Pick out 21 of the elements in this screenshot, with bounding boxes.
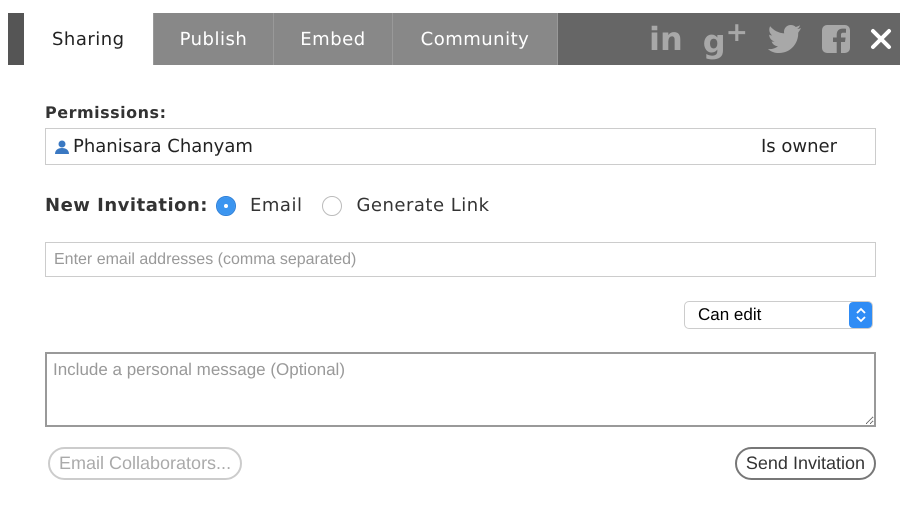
- role-label: Is owner: [760, 136, 837, 157]
- permissions-label: Permissions:: [45, 103, 168, 122]
- action-button[interactable]: Send Invitation: [734, 447, 876, 480]
- tab[interactable]: Sharing: [24, 13, 154, 65]
- radio-option[interactable]: Generate Link: [322, 195, 490, 216]
- message-field[interactable]: Include a personal message (Optional): [45, 352, 876, 427]
- person-icon: [55, 140, 69, 154]
- social-share-button[interactable]: in: [649, 23, 683, 55]
- tab[interactable]: Community: [392, 13, 558, 65]
- bird-icon[interactable]: [768, 25, 802, 53]
- tab[interactable]: Embed: [274, 13, 393, 65]
- permission-dropdown[interactable]: Can edit: [684, 301, 873, 329]
- tab[interactable]: Publish: [154, 13, 274, 65]
- close-icon[interactable]: [870, 28, 892, 50]
- email-field[interactable]: Enter email addresses (comma separated): [45, 242, 876, 277]
- stepper-icon: [849, 302, 872, 328]
- facebook-icon[interactable]: [822, 25, 850, 53]
- radio-option[interactable]: Email: [216, 195, 302, 216]
- social-share-button[interactable]: g$^{+}$: [702, 20, 748, 58]
- user-name: Phanisara Chanyam: [73, 136, 254, 157]
- invitation-label: New Invitation:: [45, 195, 208, 216]
